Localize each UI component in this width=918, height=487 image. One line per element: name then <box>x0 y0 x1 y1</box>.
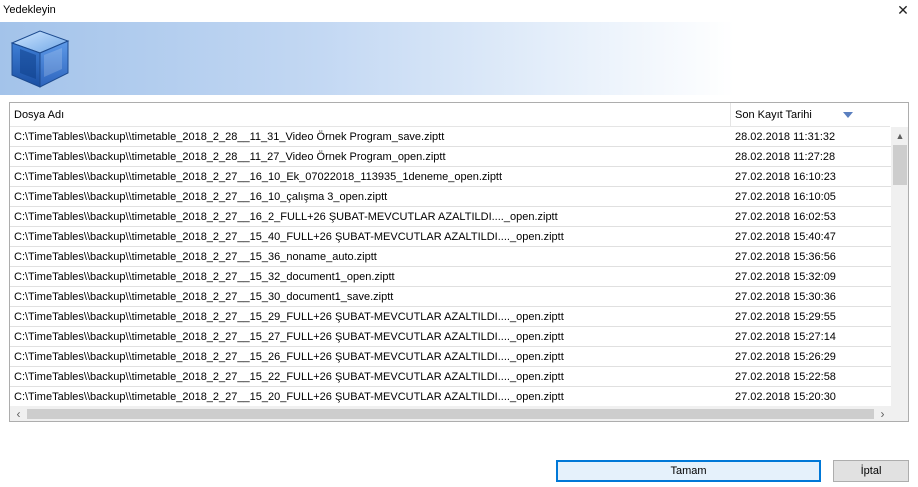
last-saved-cell: 27.02.2018 15:29:55 <box>735 311 836 323</box>
file-name-cell: C:\TimeTables\\backup\\timetable_2018_2_… <box>14 391 564 403</box>
last-saved-cell: 27.02.2018 16:02:53 <box>735 211 836 223</box>
last-saved-cell: 28.02.2018 11:31:32 <box>735 131 836 143</box>
close-icon: ✕ <box>897 1 909 18</box>
last-saved-cell: 28.02.2018 11:27:28 <box>735 151 836 163</box>
vertical-scroll-thumb[interactable] <box>893 145 907 185</box>
table-row[interactable]: C:\TimeTables\\backup\\timetable_2018_2_… <box>10 167 891 187</box>
file-name-cell: C:\TimeTables\\backup\\timetable_2018_2_… <box>14 231 564 243</box>
file-name-cell: C:\TimeTables\\backup\\timetable_2018_2_… <box>14 331 564 343</box>
table-row[interactable]: C:\TimeTables\\backup\\timetable_2018_2_… <box>10 347 891 367</box>
table-row[interactable]: C:\TimeTables\\backup\\timetable_2018_2_… <box>10 327 891 347</box>
file-name-cell: C:\TimeTables\\backup\\timetable_2018_2_… <box>14 291 394 303</box>
backup-file-list[interactable]: Dosya Adı Son Kayıt Tarihi C:\TimeTables… <box>9 102 909 422</box>
vertical-scrollbar[interactable]: ▲ <box>891 127 908 406</box>
list-header: Dosya Adı Son Kayıt Tarihi <box>10 103 890 127</box>
file-name-cell: C:\TimeTables\\backup\\timetable_2018_2_… <box>14 171 503 183</box>
ok-button[interactable]: Tamam <box>556 460 821 482</box>
last-saved-cell: 27.02.2018 16:10:23 <box>735 171 836 183</box>
table-row[interactable]: C:\TimeTables\\backup\\timetable_2018_2_… <box>10 287 891 307</box>
horizontal-scroll-thumb[interactable] <box>27 409 874 419</box>
last-saved-cell: 27.02.2018 15:20:30 <box>735 391 836 403</box>
sort-descending-icon <box>843 112 853 118</box>
table-row[interactable]: C:\TimeTables\\backup\\timetable_2018_2_… <box>10 127 891 147</box>
title-bar: Yedekleyin ✕ <box>0 0 918 22</box>
file-name-cell: C:\TimeTables\\backup\\timetable_2018_2_… <box>14 131 445 143</box>
last-saved-cell: 27.02.2018 15:36:56 <box>735 251 836 263</box>
scrollbar-corner <box>891 406 908 421</box>
scroll-up-icon[interactable]: ▲ <box>891 127 908 145</box>
file-name-cell: C:\TimeTables\\backup\\timetable_2018_2_… <box>14 191 388 203</box>
table-row[interactable]: C:\TimeTables\\backup\\timetable_2018_2_… <box>10 247 891 267</box>
close-button[interactable]: ✕ <box>888 0 918 20</box>
table-row[interactable]: C:\TimeTables\\backup\\timetable_2018_2_… <box>10 207 891 227</box>
table-row[interactable]: C:\TimeTables\\backup\\timetable_2018_2_… <box>10 387 891 407</box>
file-name-cell: C:\TimeTables\\backup\\timetable_2018_2_… <box>14 151 446 163</box>
file-name-cell: C:\TimeTables\\backup\\timetable_2018_2_… <box>14 311 564 323</box>
table-row[interactable]: C:\TimeTables\\backup\\timetable_2018_2_… <box>10 307 891 327</box>
backup-dialog: Yedekleyin ✕ Dosya Adı Son Kayıt Tarihi … <box>0 0 918 487</box>
table-row[interactable]: C:\TimeTables\\backup\\timetable_2018_2_… <box>10 367 891 387</box>
header-banner <box>0 22 918 95</box>
last-saved-cell: 27.02.2018 15:32:09 <box>735 271 836 283</box>
column-header-last-saved-label: Son Kayıt Tarihi <box>735 109 812 121</box>
table-row[interactable]: C:\TimeTables\\backup\\timetable_2018_2_… <box>10 187 891 207</box>
file-name-cell: C:\TimeTables\\backup\\timetable_2018_2_… <box>14 211 558 223</box>
file-name-cell: C:\TimeTables\\backup\\timetable_2018_2_… <box>14 271 395 283</box>
table-row[interactable]: C:\TimeTables\\backup\\timetable_2018_2_… <box>10 227 891 247</box>
last-saved-cell: 27.02.2018 16:10:05 <box>735 191 836 203</box>
last-saved-cell: 27.02.2018 15:27:14 <box>735 331 836 343</box>
cancel-button[interactable]: İptal <box>833 460 909 482</box>
horizontal-scrollbar[interactable]: ‹ › <box>10 406 891 421</box>
last-saved-cell: 27.02.2018 15:26:29 <box>735 351 836 363</box>
header-spacer <box>891 103 908 127</box>
last-saved-cell: 27.02.2018 15:22:58 <box>735 371 836 383</box>
column-header-file-name[interactable]: Dosya Adı <box>10 103 731 127</box>
file-name-cell: C:\TimeTables\\backup\\timetable_2018_2_… <box>14 351 564 363</box>
last-saved-cell: 27.02.2018 15:30:36 <box>735 291 836 303</box>
window-title: Yedekleyin <box>3 4 56 16</box>
column-header-last-saved[interactable]: Son Kayıt Tarihi <box>731 103 891 127</box>
last-saved-cell: 27.02.2018 15:40:47 <box>735 231 836 243</box>
table-row[interactable]: C:\TimeTables\\backup\\timetable_2018_2_… <box>10 267 891 287</box>
file-name-cell: C:\TimeTables\\backup\\timetable_2018_2_… <box>14 251 377 263</box>
list-rows: C:\TimeTables\\backup\\timetable_2018_2_… <box>10 127 891 407</box>
file-name-cell: C:\TimeTables\\backup\\timetable_2018_2_… <box>14 371 564 383</box>
cube-logo-icon <box>10 30 70 88</box>
scroll-left-icon[interactable]: ‹ <box>10 406 27 421</box>
table-row[interactable]: C:\TimeTables\\backup\\timetable_2018_2_… <box>10 147 891 167</box>
scroll-right-icon[interactable]: › <box>874 406 891 421</box>
